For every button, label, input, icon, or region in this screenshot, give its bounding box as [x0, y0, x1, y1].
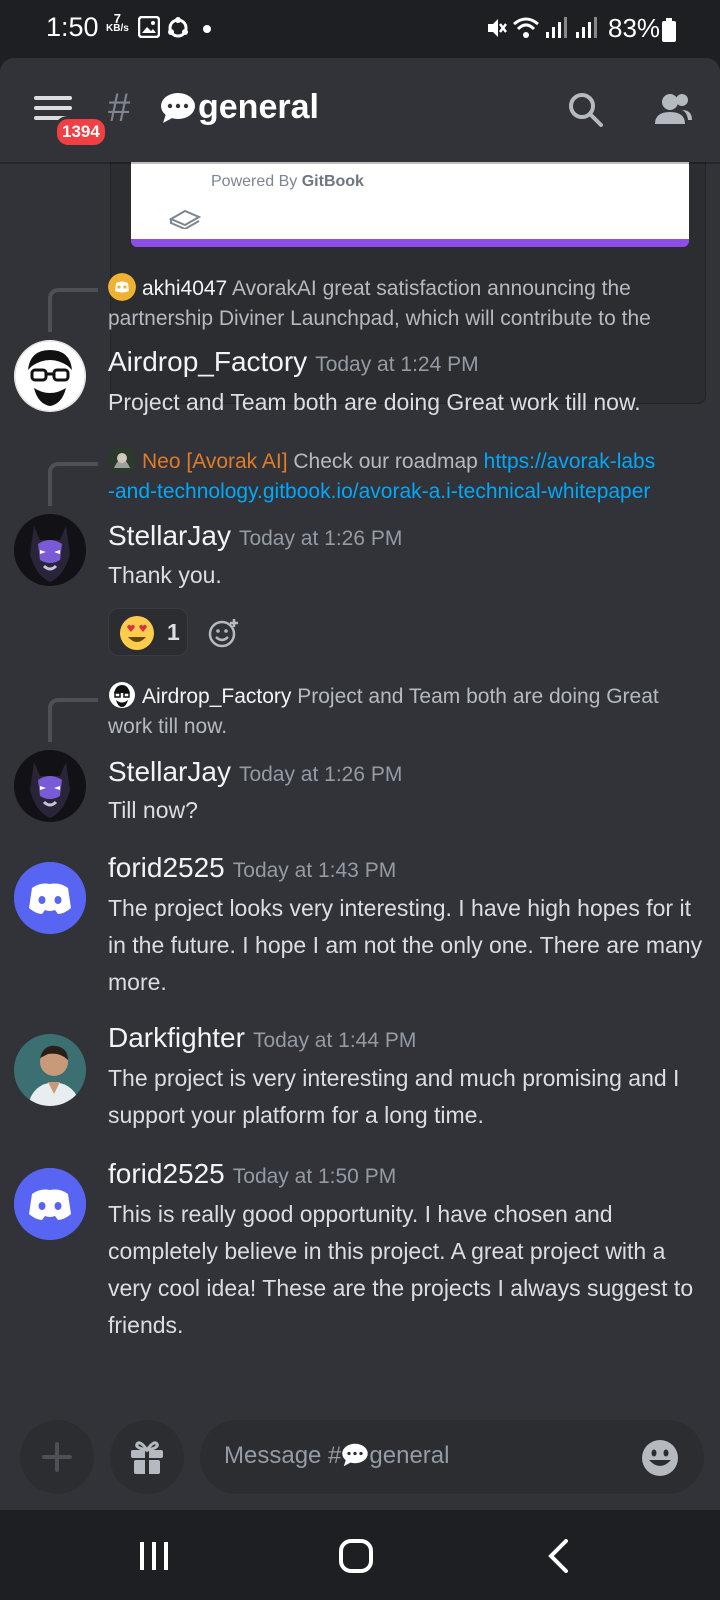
heart-eyes-emoji-icon — [120, 616, 154, 650]
emoji-picker-icon[interactable] — [640, 1438, 680, 1478]
status-time: 1:50 — [46, 12, 99, 42]
mention-badge: 1394 — [54, 116, 108, 148]
channel-hash-icon: # — [108, 86, 131, 130]
batman-avatar-icon — [14, 514, 86, 586]
discord-default-avatar-icon — [14, 862, 86, 934]
reply-connector — [48, 288, 98, 332]
discord-avatar-icon — [108, 273, 136, 302]
signal-icon — [546, 17, 567, 38]
glasses-man-mini-avatar-icon — [109, 682, 135, 709]
reaction-pill[interactable]: 1 — [108, 608, 188, 656]
message-input[interactable]: Message # general — [200, 1420, 704, 1494]
avatar[interactable] — [14, 1168, 86, 1240]
message-composer: Message # general — [0, 1420, 720, 1510]
add-reaction-icon[interactable] — [208, 618, 240, 648]
system-nav-bar — [0, 1510, 720, 1600]
message-text: Till now? — [108, 797, 198, 823]
channel-name: general — [198, 88, 319, 126]
message-list[interactable]: Powered By GitBook akhi4047 AvorakAI gre… — [0, 162, 720, 1420]
reply-preview[interactable]: Airdrop_Factory Project and Team both ar… — [108, 682, 659, 712]
gitbook-logo-icon — [169, 209, 201, 229]
wifi-icon — [513, 17, 539, 38]
avatar[interactable] — [14, 514, 86, 586]
message-timestamp: Today at 1:26 PM — [238, 527, 403, 550]
battery-icon — [662, 18, 676, 42]
message-text: Project and Team both are doing Great wo… — [108, 389, 641, 415]
message-author[interactable]: StellarJay Today at 1:26 PM — [108, 756, 402, 788]
reply-preview-line2: partnership Diviner Launchpad, which wil… — [108, 307, 651, 330]
reply-connector — [48, 462, 98, 506]
powered-by-text: Powered By GitBook — [211, 173, 364, 190]
avatar[interactable] — [14, 862, 86, 934]
gitbook-card[interactable]: Powered By GitBook — [131, 162, 689, 247]
neo-avatar-icon — [108, 446, 136, 475]
reply-preview[interactable]: akhi4047 AvorakAI great satisfaction ann… — [108, 273, 631, 304]
search-icon[interactable] — [566, 90, 606, 130]
reaction-count: 1 — [167, 619, 180, 645]
channel-header: 1394 # general — [0, 58, 720, 162]
message-text: The project looks very interesting. I ha… — [108, 895, 703, 995]
menu-icon — [34, 96, 72, 100]
message-text: This is really good opportunity. I have … — [108, 1201, 694, 1338]
message-text: The project is very interesting and much… — [108, 1065, 680, 1128]
message-timestamp: Today at 1:44 PM — [252, 1029, 417, 1052]
avatar[interactable] — [14, 1034, 86, 1106]
gift-icon — [131, 1441, 163, 1474]
message-timestamp: Today at 1:24 PM — [315, 353, 479, 376]
message-timestamp: Today at 1:43 PM — [232, 859, 397, 882]
message-author[interactable]: Airdrop_Factory Today at 1:24 PM — [108, 346, 479, 378]
message-author[interactable]: Darkfighter Today at 1:44 PM — [108, 1022, 416, 1054]
reply-connector — [48, 698, 98, 742]
avatar[interactable] — [14, 340, 86, 412]
message-author[interactable]: StellarJay Today at 1:26 PM — [108, 520, 402, 552]
recent-apps-icon[interactable] — [138, 1540, 170, 1572]
roadmap-link[interactable]: https://avorak-labs — [484, 450, 656, 473]
glasses-man-avatar-icon — [14, 340, 86, 412]
reply-preview-line2[interactable]: -and-technology.gitbook.io/avorak-a.i-te… — [108, 477, 650, 507]
speech-bubble-icon — [161, 93, 195, 123]
attach-button[interactable] — [20, 1420, 94, 1494]
battery-percent: 83% — [608, 13, 661, 43]
more-notifications-dot-icon — [203, 25, 211, 33]
mute-icon — [488, 19, 507, 37]
message-input-placeholder: Message # general — [224, 1442, 450, 1469]
player-photo-avatar-icon — [14, 1034, 86, 1106]
sync-notification-icon — [168, 17, 188, 38]
message-timestamp: Today at 1:26 PM — [238, 763, 403, 786]
back-icon[interactable] — [546, 1538, 570, 1574]
batman-avatar-icon — [14, 750, 86, 822]
gallery-notification-icon — [138, 16, 160, 38]
discord-default-avatar-icon — [14, 1168, 86, 1240]
gift-button[interactable] — [110, 1420, 184, 1494]
members-icon[interactable] — [652, 90, 694, 130]
network-speed: 7 KB/s — [106, 11, 129, 34]
reply-preview-line2: work till now. — [108, 715, 228, 738]
message-author[interactable]: forid2525 Today at 1:43 PM — [108, 852, 396, 884]
speech-bubble-icon — [342, 1443, 369, 1467]
plus-icon — [42, 1442, 72, 1472]
message-author[interactable]: forid2525 Today at 1:50 PM — [108, 1158, 396, 1190]
message-timestamp: Today at 1:50 PM — [232, 1165, 397, 1188]
message-text: Thank you. — [108, 562, 222, 588]
reply-preview[interactable]: Neo [Avorak AI] Check our roadmap https:… — [108, 446, 656, 477]
home-icon[interactable] — [338, 1538, 374, 1574]
status-bar: 1:50 7 KB/s 83% — [0, 0, 720, 58]
avatar[interactable] — [14, 750, 86, 822]
signal-icon-2 — [576, 17, 597, 38]
